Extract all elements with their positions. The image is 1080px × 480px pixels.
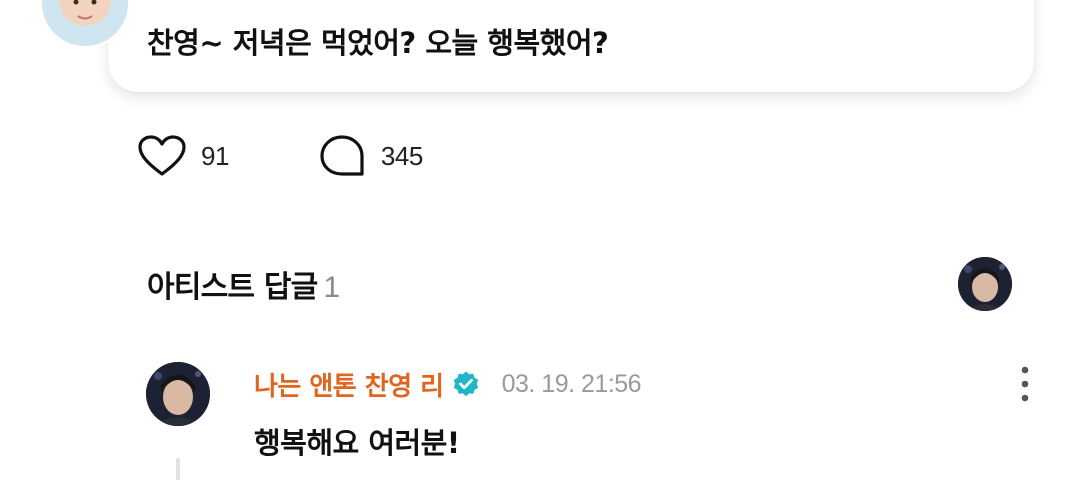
comment-bubble-icon [320, 135, 364, 176]
artist-reply-screen: 찬영~ 저녁은 먹었어? 오늘 행복했어? 91 345 아티스트 답글 1 나… [0, 0, 1080, 480]
reply-author-avatar[interactable] [146, 362, 210, 426]
reply-meta: 나는 앤톤 찬영 리 03. 19. 21:56 [254, 366, 642, 403]
artist-avatar-photo-icon [958, 257, 1012, 311]
reply-author-name[interactable]: 나는 앤톤 찬영 리 [254, 366, 444, 403]
artist-replies-header: 아티스트 답글 1 [147, 262, 340, 306]
thread-line [176, 458, 180, 480]
artist-avatar-photo-icon [146, 362, 210, 426]
comment-button[interactable]: 345 [317, 134, 423, 178]
artist-header-avatar[interactable] [958, 257, 1012, 311]
verified-badge-icon [453, 371, 478, 397]
comment-count: 345 [380, 140, 423, 171]
reaction-row: 91 345 [137, 134, 511, 178]
artist-replies-title: 아티스트 답글 [147, 270, 318, 305]
like-button[interactable]: 91 [137, 134, 229, 178]
post-text: 찬영~ 저녁은 먹었어? 오늘 행복했어? [147, 26, 609, 60]
reply-timestamp: 03. 19. 21:56 [501, 369, 642, 398]
heart-icon [138, 135, 186, 176]
artist-replies-count: 1 [323, 271, 340, 304]
reply-text: 행복해요 여러분! [254, 426, 460, 460]
like-count: 91 [201, 140, 229, 171]
more-vertical-icon[interactable] [1010, 366, 1040, 402]
